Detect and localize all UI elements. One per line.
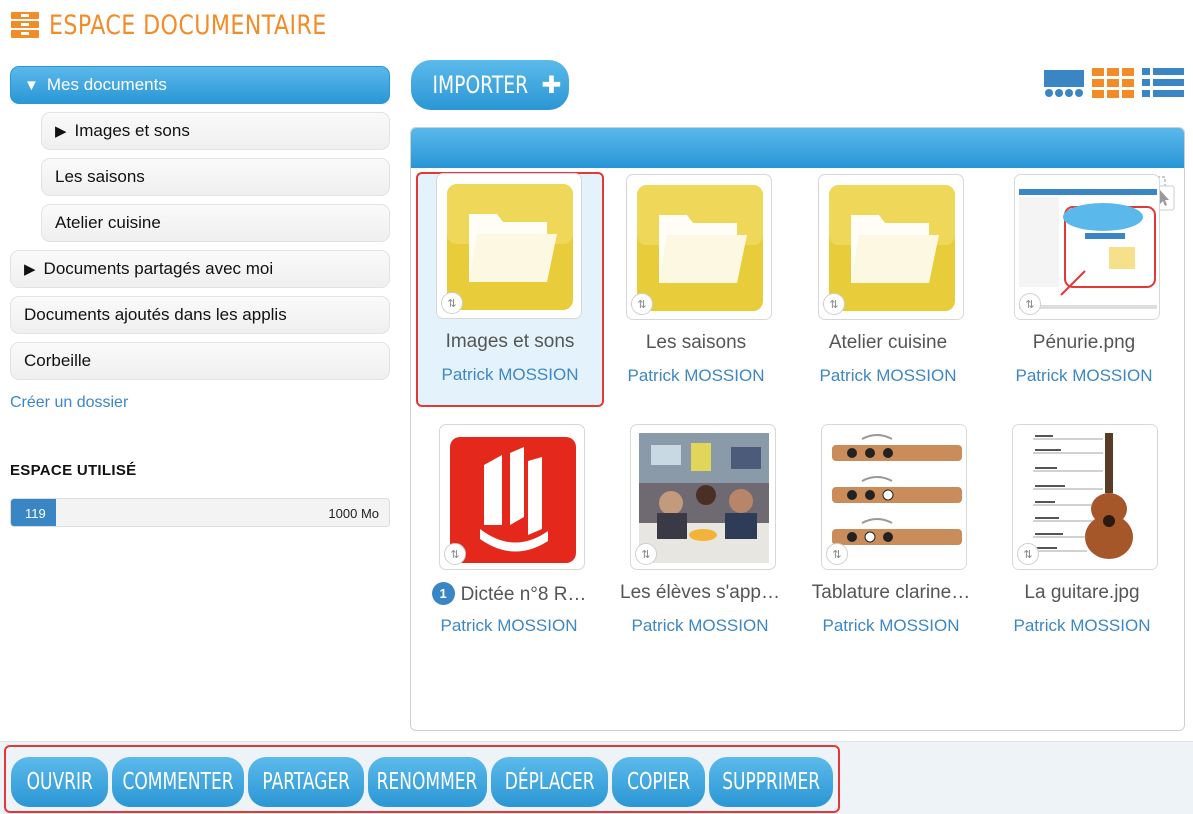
files-panel-header	[411, 128, 1184, 168]
app-root: ESPACE DOCUMENTAIRE ▼ Mes documents ▶ Im…	[0, 0, 1193, 814]
view-mode-switcher	[1044, 68, 1184, 98]
file-owner: Patrick MOSSION	[631, 616, 769, 635]
sidebar-item-label: Les saisons	[55, 167, 145, 186]
plus-icon: ✚	[541, 71, 562, 99]
caret-right-icon: ▶	[24, 261, 36, 278]
share-button[interactable]: PARTAGER	[248, 757, 364, 807]
delete-button-label: SUPPRIMER	[722, 769, 820, 795]
quota-bar: 119 1000 Mo	[10, 498, 390, 527]
file-name: Images et sons	[445, 331, 575, 352]
share-status-icon: ⇅	[444, 543, 466, 565]
sidebar-item-images-et-sons[interactable]: ▶ Images et sons	[41, 112, 390, 150]
quota-used: 119	[25, 506, 46, 521]
share-status-icon: ⇅	[631, 293, 653, 315]
file-item[interactable]: ⇅ Atelier cuisine Patrick MOSSION	[794, 172, 982, 407]
file-thumbnail: ⇅	[626, 174, 772, 320]
share-status-icon: ⇅	[441, 292, 463, 314]
file-item[interactable]: ⇅ Images et sons Patrick MOSSION	[416, 172, 604, 407]
quota-total: 1000 Mo	[328, 506, 379, 521]
comment-button-label: COMMENTER	[122, 769, 234, 795]
share-status-icon: ⇅	[826, 543, 848, 565]
file-item[interactable]: ⇅ Les saisons Patrick MOSSION	[602, 172, 790, 407]
file-name: Dictée n°8 R…	[460, 584, 587, 605]
share-status-icon: ⇅	[1017, 543, 1039, 565]
file-owner: Patrick MOSSION	[441, 365, 579, 384]
share-status-icon: ⇅	[1019, 293, 1041, 315]
file-item[interactable]: ⇅ Tablature clarine… Patrick MOSSION	[797, 422, 985, 657]
file-thumbnail: ⇅	[1014, 174, 1160, 320]
sidebar-item-label: Documents partagés avec moi	[43, 259, 274, 278]
sidebar-item-label: Corbeille	[24, 351, 92, 370]
sidebar-item-documents-applis[interactable]: Documents ajoutés dans les applis	[10, 296, 390, 334]
caret-down-icon: ▼	[24, 76, 39, 94]
action-buttons: OUVRIR COMMENTER PARTAGER RENOMMER DÉPLA…	[11, 757, 833, 807]
open-button-label: OUVRIR	[26, 769, 93, 795]
documents-stack-icon	[11, 12, 39, 38]
file-name-row: 1 Dictée n°8 R…	[415, 582, 603, 606]
file-owner: Patrick MOSSION	[1015, 366, 1153, 385]
copy-button[interactable]: COPIER	[612, 757, 705, 807]
file-owner: Patrick MOSSION	[627, 366, 765, 385]
file-name: La guitare.jpg	[1024, 582, 1140, 603]
move-button[interactable]: DÉPLACER	[491, 757, 608, 807]
sidebar-item-corbeille[interactable]: Corbeille	[10, 342, 390, 380]
rename-button[interactable]: RENOMMER	[368, 757, 487, 807]
open-button[interactable]: OUVRIR	[11, 757, 108, 807]
list-view-icon[interactable]	[1142, 68, 1184, 98]
page-header: ESPACE DOCUMENTAIRE	[11, 8, 388, 42]
share-status-icon: ⇅	[823, 293, 845, 315]
file-item[interactable]: ⇅ La guitare.jpg Patrick MOSSION	[988, 422, 1176, 657]
comment-count-badge: 1	[431, 582, 455, 605]
share-status-icon: ⇅	[635, 543, 657, 565]
file-owner: Patrick MOSSION	[822, 616, 960, 635]
file-name: Les élèves s'app…	[620, 582, 780, 603]
file-thumbnail: ⇅	[630, 424, 776, 570]
carousel-view-icon[interactable]	[1044, 68, 1084, 98]
file-name: Atelier cuisine	[828, 332, 948, 353]
file-item[interactable]: ⇅ 1 Dictée n°8 R… Patrick MOSSION	[415, 422, 603, 657]
copy-button-label: COPIER	[626, 769, 691, 795]
caret-right-icon: ▶	[55, 123, 67, 140]
file-name: Tablature clarine…	[811, 582, 971, 603]
file-thumbnail: ⇅	[821, 424, 967, 570]
file-item[interactable]: ⇅ Les élèves s'app… Patrick MOSSION	[606, 422, 794, 657]
share-button-label: PARTAGER	[262, 769, 350, 795]
create-folder-link[interactable]: Créer un dossier	[10, 394, 390, 412]
comment-button[interactable]: COMMENTER	[112, 757, 244, 807]
file-owner: Patrick MOSSION	[440, 616, 578, 635]
quota-title: ESPACE UTILISÉ	[10, 462, 137, 479]
sidebar-item-mes-documents[interactable]: ▼ Mes documents	[10, 66, 390, 104]
move-button-label: DÉPLACER	[504, 769, 595, 795]
sidebar-item-les-saisons[interactable]: Les saisons	[41, 158, 390, 196]
file-thumbnail: ⇅	[436, 173, 582, 319]
action-bar: OUVRIR COMMENTER PARTAGER RENOMMER DÉPLA…	[0, 741, 1193, 814]
file-owner: Patrick MOSSION	[1013, 616, 1151, 635]
files-panel: ⇅ Images et sons Patrick MOSSION ⇅ Les s…	[410, 127, 1185, 731]
sidebar-item-documents-partages[interactable]: ▶ Documents partagés avec moi	[10, 250, 390, 288]
sidebar: ▼ Mes documents ▶ Images et sons Les sai…	[10, 66, 390, 527]
file-thumbnail: ⇅	[1012, 424, 1158, 570]
sidebar-item-label: Documents ajoutés dans les applis	[24, 305, 287, 324]
file-thumbnail: ⇅	[818, 174, 964, 320]
page-title: ESPACE DOCUMENTAIRE	[49, 9, 327, 41]
import-button[interactable]: IMPORTER ✚	[411, 60, 569, 110]
sidebar-item-label: Images et sons	[74, 121, 190, 140]
file-name: Pénurie.png	[1032, 332, 1136, 353]
sidebar-item-label: Atelier cuisine	[55, 213, 161, 232]
file-owner: Patrick MOSSION	[819, 366, 957, 385]
file-name: Les saisons	[645, 332, 747, 353]
file-item[interactable]: ⇅ Pénurie.png Patrick MOSSION	[990, 172, 1178, 407]
sidebar-item-atelier-cuisine[interactable]: Atelier cuisine	[41, 204, 390, 242]
import-label: IMPORTER	[432, 71, 528, 99]
delete-button[interactable]: SUPPRIMER	[709, 757, 833, 807]
sidebar-item-label: Mes documents	[46, 75, 167, 94]
rename-button-label: RENOMMER	[377, 769, 478, 795]
grid-view-icon[interactable]	[1092, 68, 1134, 98]
file-thumbnail: ⇅	[439, 424, 585, 570]
